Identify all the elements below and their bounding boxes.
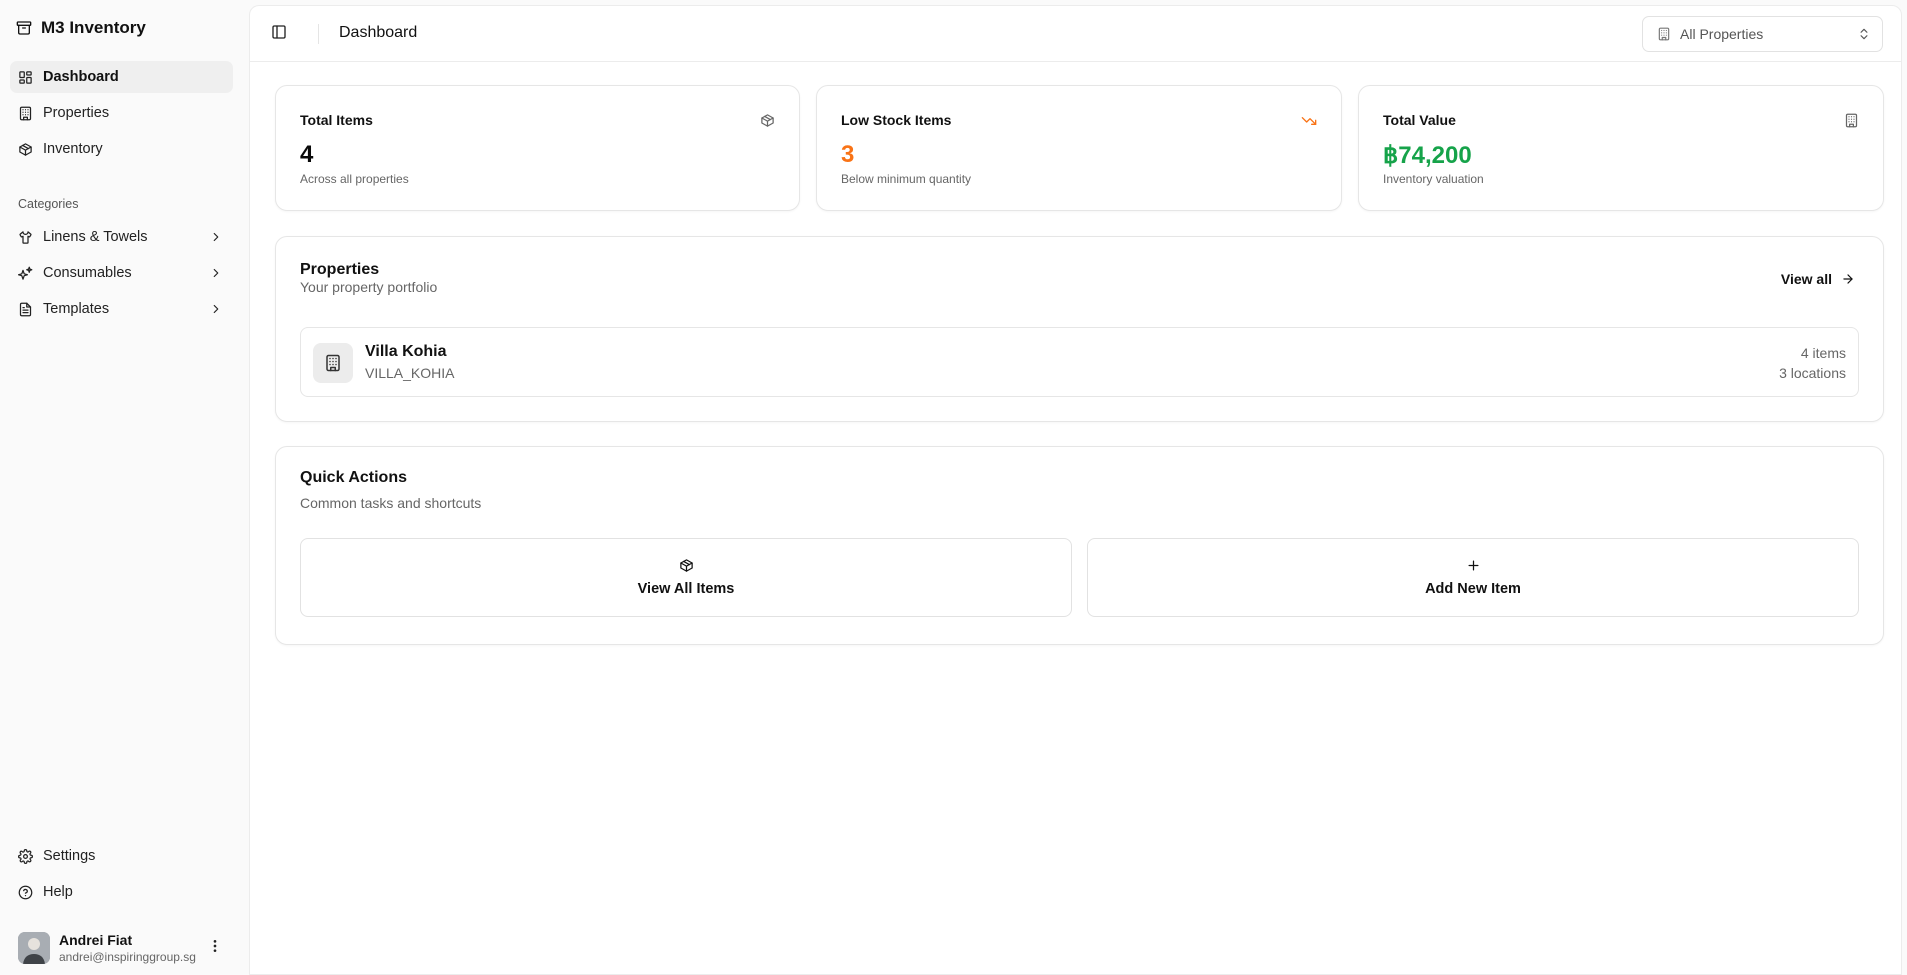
section-title: Quick Actions [300, 469, 407, 486]
arrow-right-icon [1841, 272, 1855, 286]
package-icon [760, 113, 775, 128]
main-content: Dashboard All Properties Total Items 4 A… [249, 5, 1902, 975]
shirt-icon [18, 230, 33, 245]
user-name: Andrei Fiat [59, 931, 133, 948]
stat-card-total-items: Total Items 4 Across all properties [275, 85, 800, 211]
add-new-item-button[interactable]: Add New Item [1087, 538, 1859, 617]
building-icon [1657, 27, 1671, 41]
sidebar-item-label: Help [43, 884, 73, 900]
sparkles-icon [18, 266, 33, 281]
stat-subtitle: Across all properties [300, 172, 409, 186]
help-circle-icon [18, 885, 33, 900]
properties-card: Properties Your property portfolio View … [275, 236, 1884, 422]
property-location-count: 3 locations [1779, 365, 1846, 381]
gear-icon [18, 848, 33, 864]
chevron-right-icon [209, 302, 223, 316]
package-icon [679, 558, 694, 573]
sidebar-item-help[interactable]: Help [10, 876, 233, 908]
sidebar-item-label: Settings [43, 848, 96, 864]
property-code: VILLA_KOHIA [365, 365, 455, 381]
sidebar-item-properties[interactable]: Properties [10, 97, 233, 129]
sidebar-item-label: Templates [43, 301, 110, 317]
property-meta: 4 items 3 locations [1779, 343, 1846, 383]
trending-down-icon [1301, 113, 1317, 129]
stat-value: 4 [300, 141, 314, 168]
user-email: andrei@inspiringgroup.sg [59, 949, 196, 964]
view-all-items-button[interactable]: View All Items [300, 538, 1072, 617]
sidebar-item-label: Consumables [43, 265, 132, 281]
layout-grid-icon [18, 70, 33, 85]
chevron-right-icon [209, 230, 223, 244]
property-select-value: All Properties [1680, 26, 1764, 42]
sidebar-item-linens-towels[interactable]: Linens & Towels [10, 221, 233, 253]
stat-card-low-stock: Low Stock Items 3 Below minimum quantity [816, 85, 1342, 211]
sidebar-item-consumables[interactable]: Consumables [10, 257, 233, 289]
file-text-icon [18, 302, 33, 317]
stat-value: 3 [841, 141, 855, 168]
sidebar: M3 Inventory Dashboard Properties Invent… [0, 0, 248, 975]
sidebar-item-dashboard[interactable]: Dashboard [10, 61, 233, 93]
package-icon [18, 142, 33, 157]
stat-value: ฿74,200 [1383, 142, 1472, 169]
section-subtitle: Your property portfolio [300, 279, 438, 295]
sidebar-item-settings[interactable]: Settings [10, 840, 233, 872]
user-profile[interactable]: Andrei Fiat andrei@inspiringgroup.sg [10, 927, 233, 969]
sidebar-item-inventory[interactable]: Inventory [10, 133, 233, 165]
stat-title: Total Items [300, 112, 373, 128]
chevrons-up-down-icon [1857, 27, 1871, 41]
button-label: View All Items [637, 581, 735, 597]
sidebar-item-label: Properties [43, 105, 110, 121]
property-name: Villa Kohia [365, 343, 447, 360]
avatar [18, 932, 50, 964]
top-bar: Dashboard All Properties [250, 6, 1901, 62]
more-vertical-icon[interactable] [207, 938, 223, 954]
sidebar-item-label: Linens & Towels [43, 229, 148, 245]
app-title: M3 Inventory [41, 18, 146, 37]
property-item-count: 4 items [1800, 345, 1846, 361]
archive-icon [16, 20, 32, 36]
building-icon [313, 343, 353, 383]
plus-icon [1466, 558, 1481, 573]
property-select[interactable]: All Properties [1642, 16, 1883, 52]
page-title: Dashboard [339, 24, 418, 41]
chevron-right-icon [209, 266, 223, 280]
stat-subtitle: Inventory valuation [1383, 172, 1484, 186]
sidebar-item-label: Inventory [43, 141, 103, 157]
view-all-link[interactable]: View all [1781, 271, 1855, 287]
stat-title: Total Value [1383, 112, 1456, 128]
property-row[interactable]: Villa Kohia VILLA_KOHIA 4 items 3 locati… [300, 327, 1859, 397]
quick-actions-card: Quick Actions Common tasks and shortcuts… [275, 446, 1884, 645]
button-label: Add New Item [1425, 581, 1521, 597]
building-icon [18, 106, 33, 121]
divider [318, 24, 319, 44]
brand[interactable]: M3 Inventory [16, 18, 146, 38]
sidebar-item-label: Dashboard [43, 69, 119, 85]
sidebar-toggle-icon[interactable] [271, 24, 287, 40]
sidebar-item-templates[interactable]: Templates [10, 293, 233, 325]
stat-title: Low Stock Items [841, 112, 952, 128]
categories-label: Categories [18, 197, 79, 211]
stat-card-total-value: Total Value ฿74,200 Inventory valuation [1358, 85, 1884, 211]
section-subtitle: Common tasks and shortcuts [300, 495, 482, 511]
section-title: Properties [300, 261, 380, 278]
building-icon [1844, 113, 1859, 128]
view-all-label: View all [1780, 271, 1832, 287]
stat-subtitle: Below minimum quantity [841, 172, 972, 186]
